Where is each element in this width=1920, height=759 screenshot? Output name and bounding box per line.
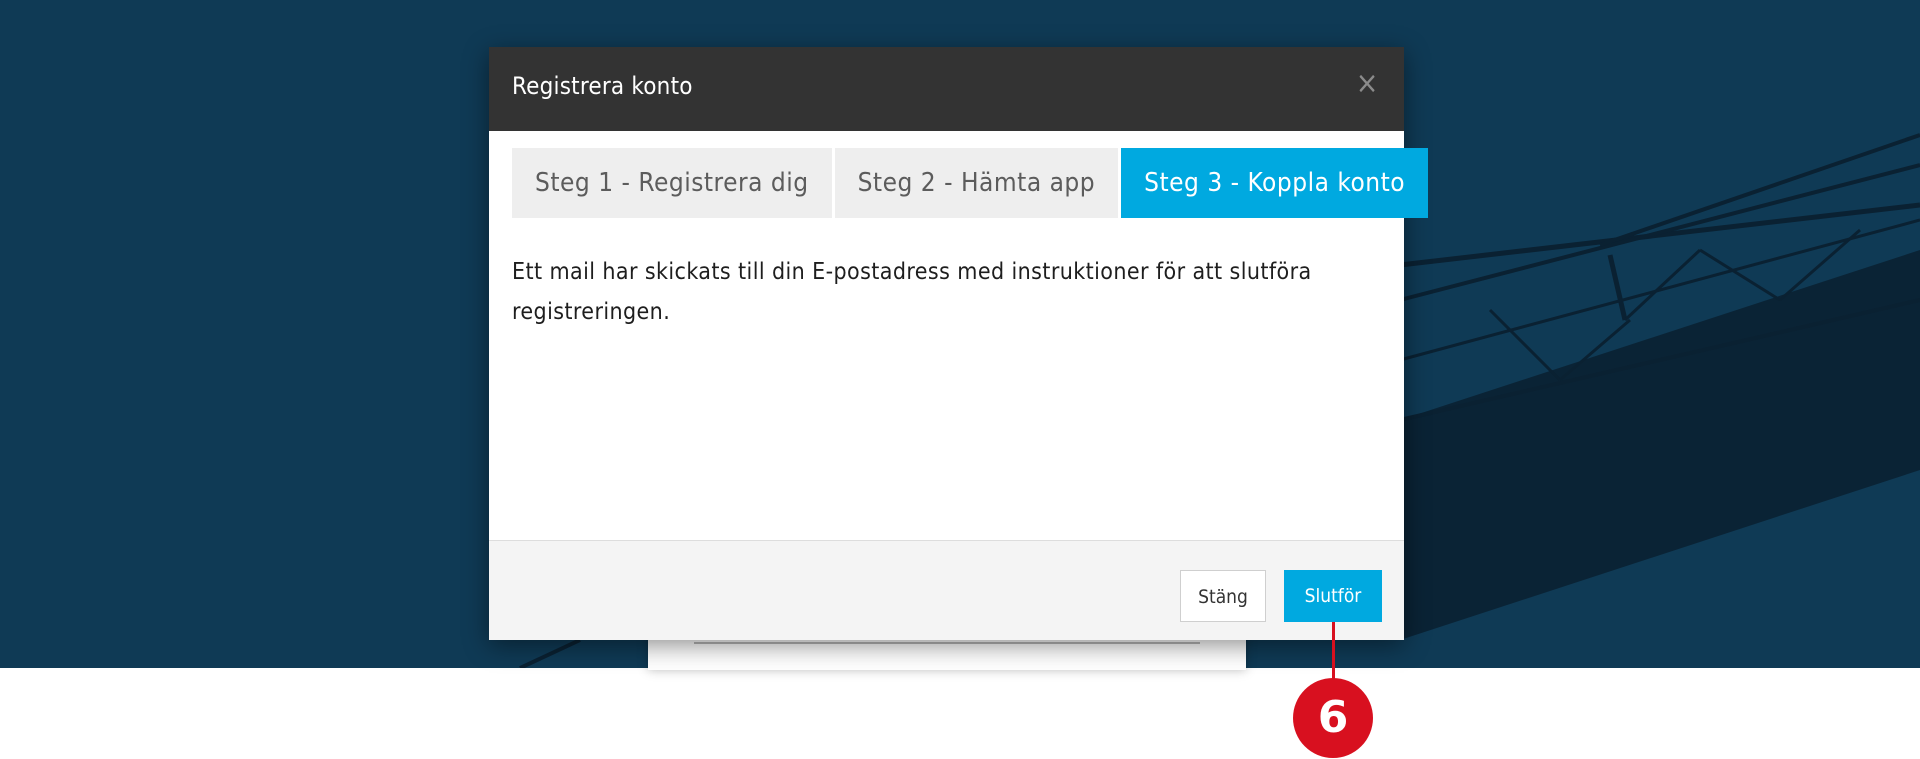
close-button[interactable]: Stäng xyxy=(1180,570,1266,622)
tab-step-3[interactable]: Steg 3 - Koppla konto xyxy=(1121,148,1429,218)
modal-title: Registrera konto xyxy=(512,72,693,100)
modal-header: Registrera konto × xyxy=(489,47,1404,131)
close-icon[interactable]: × xyxy=(1352,69,1382,99)
tab-step-1[interactable]: Steg 1 - Registrera dig xyxy=(512,148,832,218)
callout-badge: 6 xyxy=(1293,678,1373,758)
callout-line xyxy=(1332,622,1335,680)
step-tabs: Steg 1 - Registrera dig Steg 2 - Hämta a… xyxy=(512,148,1429,218)
modal-footer xyxy=(489,540,1404,640)
register-account-modal: Registrera konto × Steg 1 - Registrera d… xyxy=(489,47,1429,640)
finish-button[interactable]: Slutför xyxy=(1284,570,1382,622)
tab-step-2[interactable]: Steg 2 - Hämta app xyxy=(834,148,1119,218)
confirmation-message: Ett mail har skickats till din E-postadr… xyxy=(512,259,1312,325)
